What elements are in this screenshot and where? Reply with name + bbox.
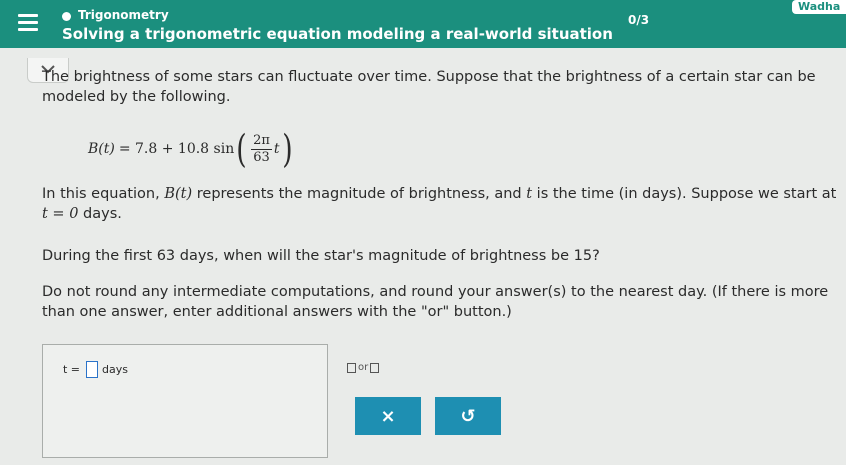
formula-variable: t bbox=[273, 141, 280, 157]
user-name[interactable]: Wadha bbox=[792, 0, 846, 14]
answer-area: t = days bbox=[42, 344, 328, 458]
problem-intro: The brightness of some stars can fluctua… bbox=[42, 69, 816, 105]
text-segment: is the time (in days). Suppose we start … bbox=[532, 186, 837, 202]
box-icon bbox=[370, 362, 380, 373]
text-segment: days. bbox=[78, 206, 122, 222]
clear-button[interactable]: × bbox=[355, 397, 421, 435]
problem-question: During the first 63 days, when will the … bbox=[42, 248, 600, 264]
math-segment: B(t) bbox=[164, 186, 193, 202]
answer-unit: days bbox=[102, 363, 128, 376]
or-button[interactable]: or bbox=[347, 362, 380, 373]
box-icon bbox=[347, 362, 356, 373]
progress-counter: 0/3 bbox=[628, 13, 650, 27]
math-segment: t = 0 bbox=[42, 206, 79, 222]
hamburger-menu-icon[interactable] bbox=[18, 14, 38, 31]
or-label: or bbox=[358, 362, 369, 373]
formula-fraction: 2π 63 bbox=[251, 133, 272, 166]
undo-button[interactable]: ↺ bbox=[435, 397, 501, 435]
problem-instructions: Do not round any intermediate computatio… bbox=[42, 284, 829, 320]
top-bar: Trigonometry Solving a trigonometric equ… bbox=[0, 0, 846, 48]
answer-variable-label: t = bbox=[63, 363, 81, 376]
text-segment: In this equation, bbox=[42, 186, 165, 202]
formula-rhs: = 7.8 + 10.8 sin bbox=[118, 141, 235, 157]
left-paren: ( bbox=[236, 127, 247, 171]
answer-input[interactable] bbox=[86, 361, 99, 378]
fraction-numerator: 2π bbox=[251, 132, 272, 150]
lesson-title: Solving a trigonometric equation modelin… bbox=[62, 25, 613, 43]
answer-row: t = days bbox=[63, 361, 128, 378]
right-paren: ) bbox=[281, 127, 293, 171]
topic-label: Trigonometry bbox=[78, 8, 169, 22]
text-segment: represents the magnitude of brightness, … bbox=[192, 186, 527, 202]
model-formula: B(t) = 7.8 + 10.8 sin ( 2π 63 t ) bbox=[88, 130, 294, 168]
problem-definition: In this equation, B(t) represents the ma… bbox=[42, 184, 842, 224]
topic-status-dot bbox=[62, 12, 71, 21]
fraction-denominator: 63 bbox=[253, 149, 270, 165]
formula-lhs: B(t) bbox=[88, 141, 115, 157]
